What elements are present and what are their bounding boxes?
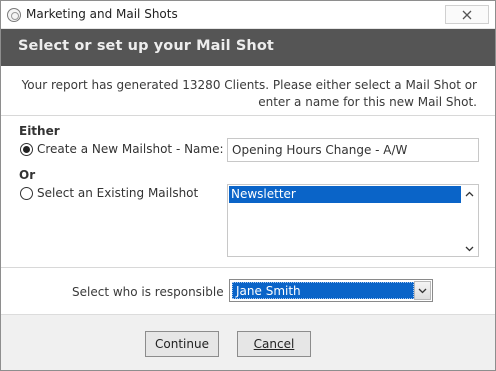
mail-shot-dialog: Marketing and Mail Shots Select or set u… — [0, 0, 496, 371]
existing-mailshot-option[interactable]: Select an Existing Mailshot — [20, 186, 198, 200]
existing-mailshot-label[interactable]: Select an Existing Mailshot — [37, 186, 198, 200]
info-line-2: enter a name for this new Mail Shot. — [258, 95, 477, 109]
mailshot-name-input[interactable]: Opening Hours Change - A/W — [227, 138, 479, 162]
cancel-button-label[interactable]: Cancel — [254, 337, 295, 351]
scroll-up-button[interactable] — [465, 189, 474, 198]
close-icon — [462, 10, 472, 19]
responsible-dropdown-button[interactable] — [414, 281, 431, 300]
list-scrollbar[interactable] — [461, 185, 478, 256]
dialog-footer: Continue Cancel — [1, 314, 495, 370]
existing-mailshot-list[interactable]: Newsletter — [227, 184, 479, 257]
close-button[interactable] — [445, 5, 489, 24]
list-item[interactable]: Newsletter — [229, 186, 462, 203]
banner-heading: Select or set up your Mail Shot — [18, 38, 274, 54]
either-heading: Either — [19, 124, 60, 138]
header-banner: Select or set up your Mail Shot — [1, 29, 495, 66]
chevron-down-icon — [465, 246, 474, 251]
or-heading: Or — [19, 168, 36, 182]
divider-top — [1, 115, 495, 116]
chevron-up-icon — [465, 191, 474, 196]
cancel-button[interactable]: Cancel — [237, 331, 311, 357]
responsible-select[interactable]: Jane Smith — [229, 279, 433, 302]
create-mailshot-radio[interactable] — [20, 142, 33, 156]
chevron-down-icon — [418, 288, 427, 293]
divider-middle — [1, 267, 495, 268]
scroll-down-button[interactable] — [465, 244, 474, 253]
create-mailshot-label[interactable]: Create a New Mailshot - Name: — [37, 142, 224, 156]
existing-mailshot-radio[interactable] — [20, 186, 33, 200]
responsible-selected-value[interactable]: Jane Smith — [232, 282, 414, 299]
info-message: Your report has generated 13280 Clients.… — [17, 77, 477, 111]
app-icon — [7, 8, 21, 22]
info-line-1: Your report has generated 13280 Clients.… — [21, 78, 477, 92]
title-bar: Marketing and Mail Shots — [1, 1, 495, 29]
window-title: Marketing and Mail Shots — [26, 7, 178, 21]
responsible-label: Select who is responsible — [72, 285, 224, 299]
create-mailshot-option[interactable]: Create a New Mailshot - Name: — [20, 142, 224, 156]
continue-button[interactable]: Continue — [145, 331, 219, 357]
